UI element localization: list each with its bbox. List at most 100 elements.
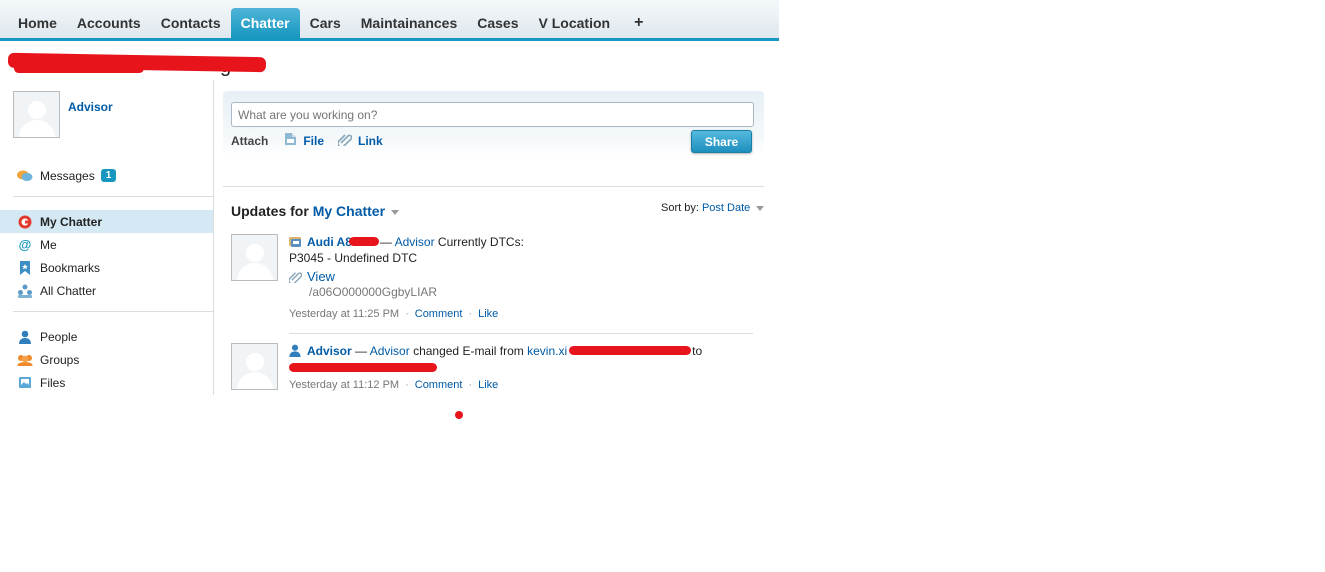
post-text: Currently DTCs:	[437, 235, 524, 249]
sidebar-item-groups[interactable]: Groups	[0, 348, 213, 371]
messages-section: Messages 1	[0, 164, 213, 187]
divider	[13, 196, 213, 197]
sidebar-item-label: Bookmarks	[40, 260, 101, 275]
post-view-link[interactable]: View	[307, 269, 335, 284]
post-body: P3045 - Undefined DTC	[289, 251, 418, 265]
share-button[interactable]: Share	[691, 130, 752, 153]
redaction-mark	[349, 237, 379, 246]
post-timestamp: Yesterday at 11:12 PM	[289, 379, 400, 391]
redaction-mark	[455, 411, 463, 419]
sidebar-item-label: My Chatter	[40, 214, 103, 229]
redaction-mark	[14, 64, 144, 73]
tab-accounts[interactable]: Accounts	[67, 8, 151, 38]
user-avatar[interactable]	[13, 91, 60, 138]
sidebar-item-people[interactable]: People	[0, 325, 213, 348]
attach-link-label: Link	[358, 133, 383, 148]
sidebar-item-label: Groups	[40, 352, 80, 367]
post-dash: —	[379, 235, 392, 249]
post-input[interactable]	[231, 102, 754, 127]
all-chatter-icon	[17, 283, 33, 299]
tab-cases[interactable]: Cases	[467, 8, 528, 38]
post-link: View	[288, 269, 335, 285]
avatar	[13, 91, 60, 138]
tab-contacts[interactable]: Contacts	[151, 8, 231, 38]
redaction-mark	[289, 363, 437, 372]
person-icon	[17, 329, 33, 345]
person-icon	[289, 344, 302, 357]
messages-count-badge: 1	[100, 169, 117, 182]
tab-bar: Home Accounts Contacts Chatter Cars Main…	[0, 0, 779, 41]
sidebar-item-files[interactable]: Files	[0, 371, 213, 394]
post-avatar[interactable]	[231, 343, 278, 390]
sort-dropdown[interactable]: Post Date	[702, 202, 750, 214]
sidebar-item-all-chatter[interactable]: All Chatter	[0, 279, 213, 302]
sidebar-item-label: Me	[40, 237, 57, 252]
chevron-down-icon[interactable]	[391, 209, 400, 215]
post-meta: Yesterday at 11:12 PM · Comment · Like	[289, 379, 499, 391]
updates-filter-dropdown[interactable]: My Chatter	[313, 203, 385, 219]
post-record-link[interactable]: Advisor	[307, 344, 352, 358]
divider	[223, 186, 764, 187]
post-meta: Yesterday at 11:25 PM · Comment · Like	[289, 308, 499, 320]
files-icon	[17, 375, 33, 391]
sidebar-item-label: People	[40, 329, 78, 344]
post-header: Audi A8 — Advisor Currently DTCs:	[289, 235, 524, 249]
sort-control: Sort by: Post Date	[661, 202, 765, 214]
chatter-publisher: Attach File Link Share	[223, 91, 764, 156]
sidebar-item-messages[interactable]: Messages 1	[0, 164, 213, 187]
chatter-icon	[17, 214, 33, 230]
attach-file-label: File	[303, 133, 325, 148]
attach-file-button[interactable]: File	[284, 132, 324, 149]
updates-heading: Updates for My Chatter	[231, 203, 400, 219]
attach-label: Attach	[231, 133, 269, 148]
sort-label: Sort by:	[661, 202, 699, 214]
like-link[interactable]: Like	[478, 379, 498, 391]
divider	[289, 333, 753, 334]
attach-link-button[interactable]: Link	[337, 132, 383, 149]
nav-section: People Groups Files	[0, 325, 213, 394]
redaction-mark	[569, 346, 691, 355]
post-author-link[interactable]: Advisor	[370, 344, 410, 358]
like-link[interactable]: Like	[478, 308, 498, 320]
post-avatar[interactable]	[231, 234, 278, 281]
updates-prefix: Updates for	[231, 203, 309, 219]
email-link[interactable]: kevin.xi	[527, 344, 567, 358]
tab-cars[interactable]: Cars	[300, 8, 351, 38]
bookmark-icon	[17, 260, 33, 276]
post-to-word: to	[692, 344, 703, 358]
car-record-icon	[289, 235, 302, 248]
avatar	[231, 343, 278, 390]
attach-bar: Attach File Link	[231, 132, 397, 149]
groups-icon	[17, 352, 33, 368]
post-link-url: /a06O000000GgbyLIAR	[309, 285, 438, 299]
comment-link[interactable]: Comment	[415, 308, 463, 320]
tab-home[interactable]: Home	[8, 8, 67, 38]
comment-link[interactable]: Comment	[415, 379, 463, 391]
sidebar-item-label: Messages	[40, 168, 95, 183]
paperclip-icon	[337, 132, 353, 149]
tab-v-location[interactable]: V Location	[529, 8, 621, 38]
tab-maintainances[interactable]: Maintainances	[351, 8, 467, 38]
tab-chatter[interactable]: Chatter	[230, 8, 300, 38]
paperclip-icon	[288, 270, 303, 285]
post-timestamp: Yesterday at 11:25 PM	[289, 308, 400, 320]
sidebar-item-label: Files	[40, 375, 66, 390]
user-name-link[interactable]: Advisor	[68, 100, 113, 114]
at-icon: @	[18, 237, 32, 252]
file-icon	[284, 132, 297, 149]
sidebar-item-my-chatter[interactable]: My Chatter	[0, 210, 213, 233]
feed-filter-section: My Chatter @ Me Bookmarks All Chatter	[0, 210, 213, 302]
post-text: changed E-mail from	[413, 344, 524, 358]
post-author-link[interactable]: Advisor	[395, 235, 435, 249]
chevron-down-icon[interactable]	[756, 205, 765, 211]
post-dash: —	[355, 344, 368, 358]
sidebar-item-label: All Chatter	[40, 283, 97, 298]
sidebar-item-me[interactable]: @ Me	[0, 233, 213, 256]
sidebar: Advisor Messages 1 My Chatter @ Me Bookm…	[0, 80, 214, 395]
add-tab-button[interactable]: +	[620, 8, 657, 38]
messages-icon	[17, 168, 33, 184]
avatar	[231, 234, 278, 281]
divider	[13, 311, 213, 312]
post-record-link[interactable]: Audi A8	[307, 235, 352, 249]
sidebar-item-bookmarks[interactable]: Bookmarks	[0, 256, 213, 279]
